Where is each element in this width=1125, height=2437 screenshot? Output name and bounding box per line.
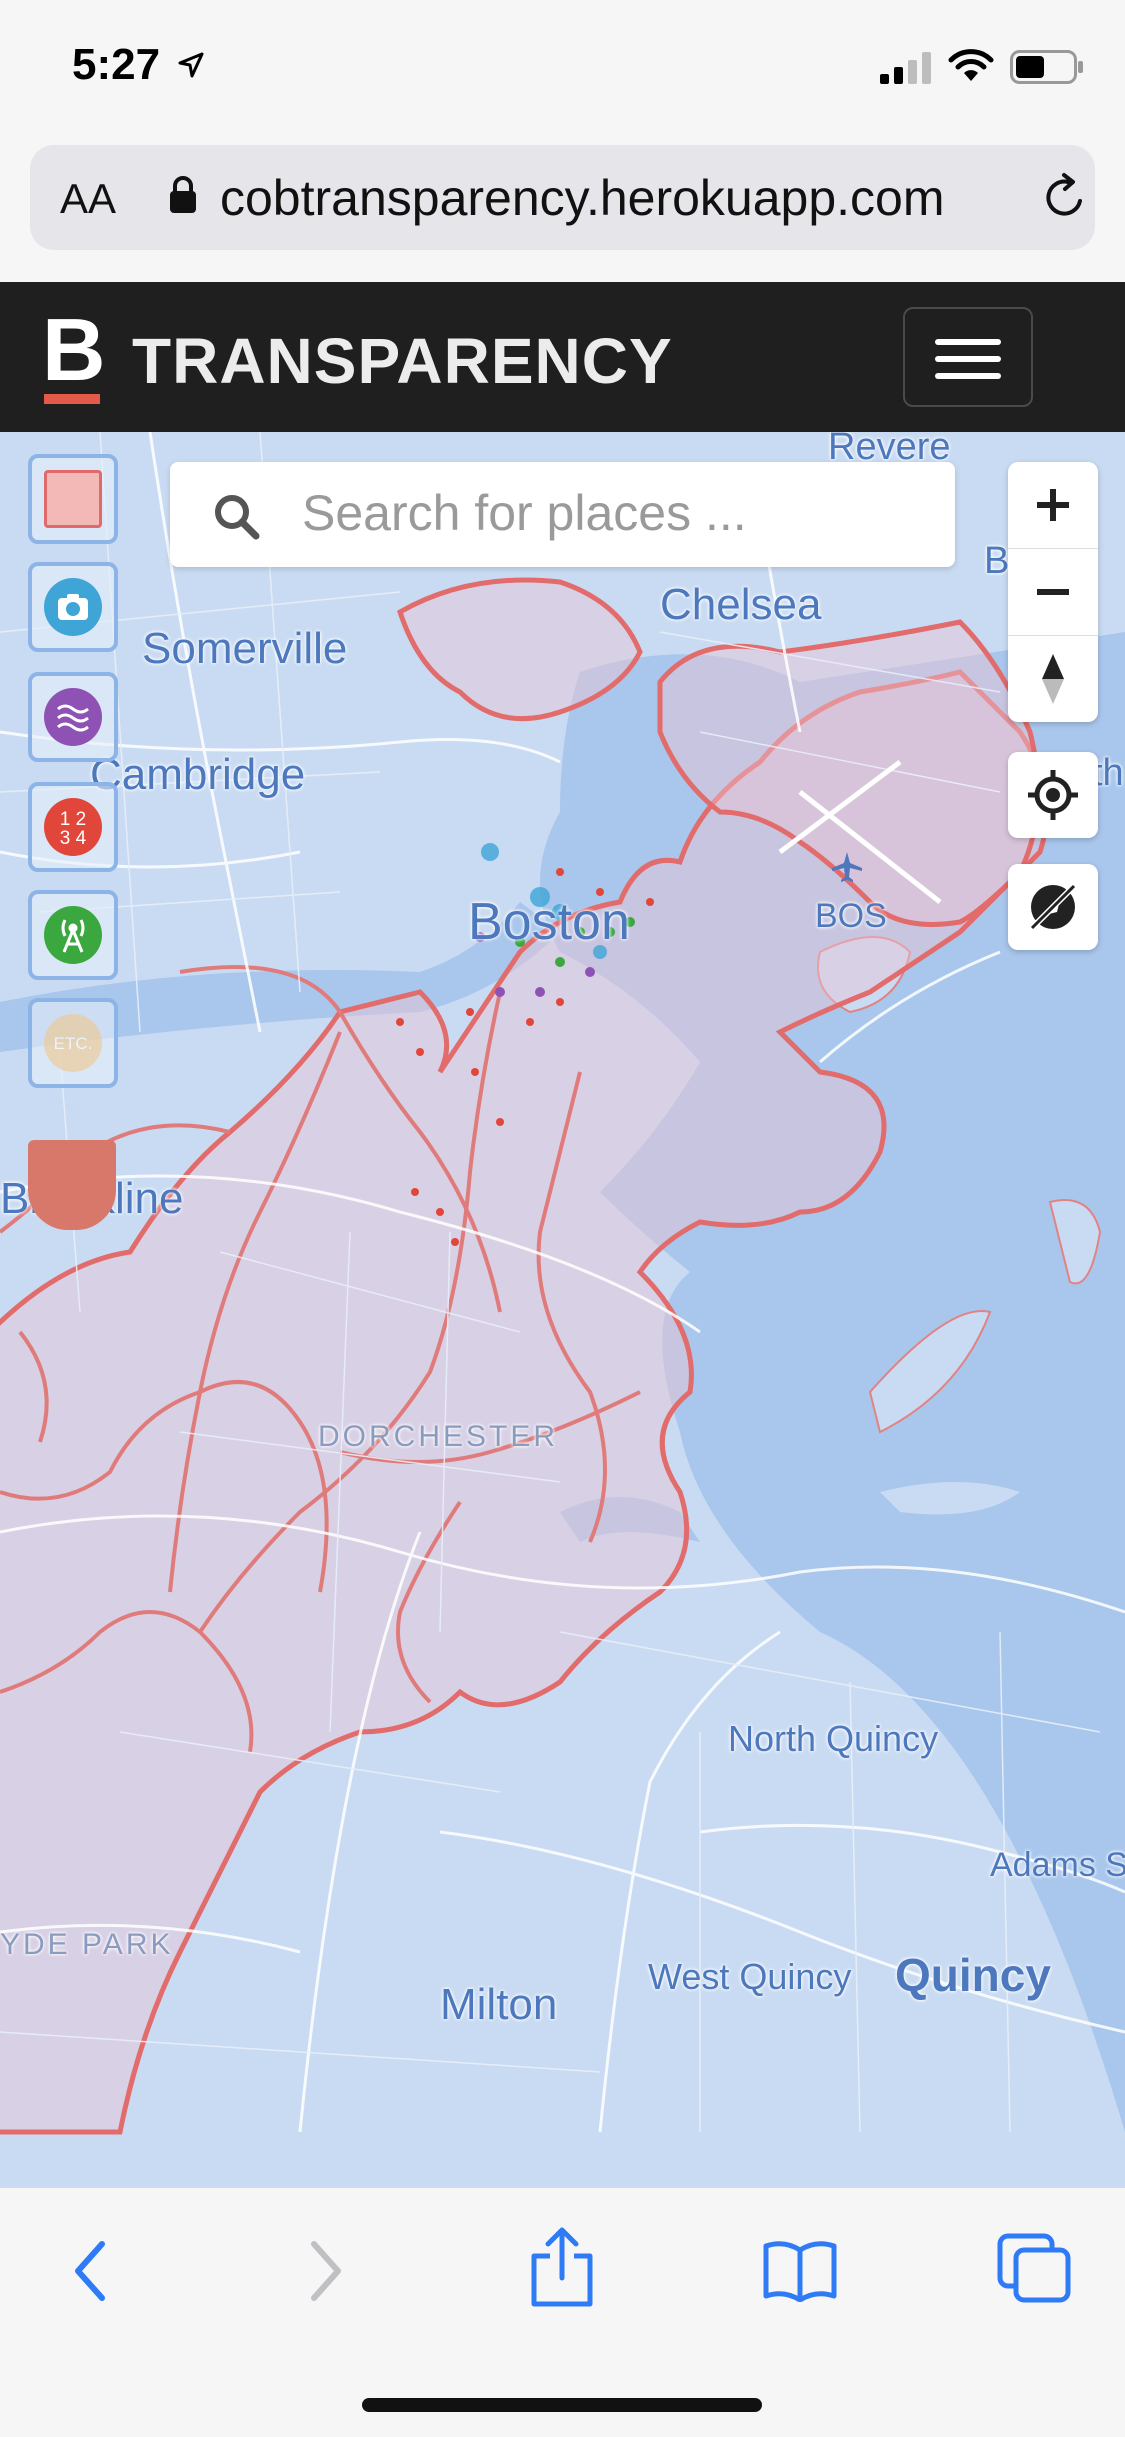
browser-toolbar xyxy=(0,2187,1125,2437)
battery-icon xyxy=(1010,50,1083,84)
numbers-icon: 1 23 4 xyxy=(44,798,102,856)
search-input[interactable] xyxy=(300,482,924,544)
label-milton: Milton xyxy=(440,1980,558,2029)
zoom-out-button[interactable] xyxy=(1008,549,1098,635)
tabs-icon[interactable] xyxy=(996,2232,1072,2304)
zoom-in-icon xyxy=(1037,489,1069,521)
etc-icon: ETC. xyxy=(44,1014,102,1072)
label-edge-b: B xyxy=(984,540,1010,582)
camera-layer-button[interactable] xyxy=(28,562,118,652)
compass-icon xyxy=(1042,654,1064,704)
camera-icon xyxy=(44,578,102,636)
map[interactable]: Revere Chelsea Somerville Cambridge Bost… xyxy=(0,432,1125,2187)
back-icon[interactable] xyxy=(68,2236,112,2306)
boundaries-layer-button[interactable] xyxy=(28,454,118,544)
label-dorchester: DORCHESTER xyxy=(318,1420,559,1453)
app-header: B TRANSPARENCY xyxy=(0,282,1125,432)
compass-button[interactable] xyxy=(1008,636,1098,722)
svg-text:ETC.: ETC. xyxy=(54,1034,93,1053)
label-chelsea: Chelsea xyxy=(660,580,822,629)
svg-text:3 4: 3 4 xyxy=(60,828,87,849)
label-quincy: Quincy xyxy=(895,1949,1051,2001)
label-hyde-park: YDE PARK xyxy=(0,1928,174,1961)
reload-icon[interactable] xyxy=(1040,171,1090,223)
map-marker[interactable] xyxy=(28,1140,116,1230)
water-layer-button[interactable] xyxy=(28,672,118,762)
hamburger-menu-button[interactable] xyxy=(903,307,1033,407)
share-icon[interactable] xyxy=(528,2226,596,2308)
signal-icon xyxy=(880,52,931,84)
airplane-icon xyxy=(832,852,862,882)
label-north-quincy: North Quincy xyxy=(728,1718,939,1759)
antenna-icon xyxy=(44,906,102,964)
label-boston: Boston xyxy=(468,893,630,951)
logo-underline xyxy=(44,394,100,404)
lock-icon xyxy=(170,176,196,213)
text-size-button[interactable]: AA xyxy=(60,175,116,223)
gps-off-icon xyxy=(1029,883,1077,931)
gps-tracking-button[interactable] xyxy=(1008,864,1098,950)
bookmarks-icon[interactable] xyxy=(762,2238,838,2302)
svg-text:1 2: 1 2 xyxy=(60,809,86,830)
waves-icon xyxy=(44,688,102,746)
status-bar: 5:27 xyxy=(0,0,1125,140)
etc-layer-button[interactable]: ETC. xyxy=(28,998,118,1088)
forward-icon[interactable] xyxy=(304,2236,348,2306)
label-adams: Adams S xyxy=(990,1846,1125,1884)
logo[interactable]: B xyxy=(42,306,106,394)
numbers-layer-button[interactable]: 1 23 4 xyxy=(28,782,118,872)
url-text[interactable]: cobtransparency.herokuapp.com xyxy=(220,169,945,227)
antenna-layer-button[interactable] xyxy=(28,890,118,980)
address-bar[interactable]: AA cobtransparency.herokuapp.com xyxy=(30,145,1095,250)
label-west-quincy: West Quincy xyxy=(648,1956,852,1997)
locate-icon xyxy=(1028,770,1078,820)
home-indicator[interactable] xyxy=(362,2398,762,2412)
clock: 5:27 xyxy=(72,40,161,89)
label-cambridge: Cambridge xyxy=(90,750,306,799)
zoom-out-icon xyxy=(1037,589,1069,595)
label-somerville: Somerville xyxy=(142,624,348,673)
location-arrow-icon xyxy=(178,52,204,78)
map-canvas[interactable] xyxy=(0,432,1125,2187)
search-icon xyxy=(215,495,260,540)
zoom-controls xyxy=(1008,462,1098,722)
wifi-icon xyxy=(948,49,994,81)
square-icon xyxy=(44,470,102,528)
locate-button[interactable] xyxy=(1008,752,1098,838)
zoom-in-button[interactable] xyxy=(1008,462,1098,548)
label-bos-airport: BOS xyxy=(815,897,887,935)
app-title[interactable]: TRANSPARENCY xyxy=(132,324,673,398)
place-search[interactable] xyxy=(170,462,955,567)
hamburger-icon xyxy=(935,339,1001,345)
